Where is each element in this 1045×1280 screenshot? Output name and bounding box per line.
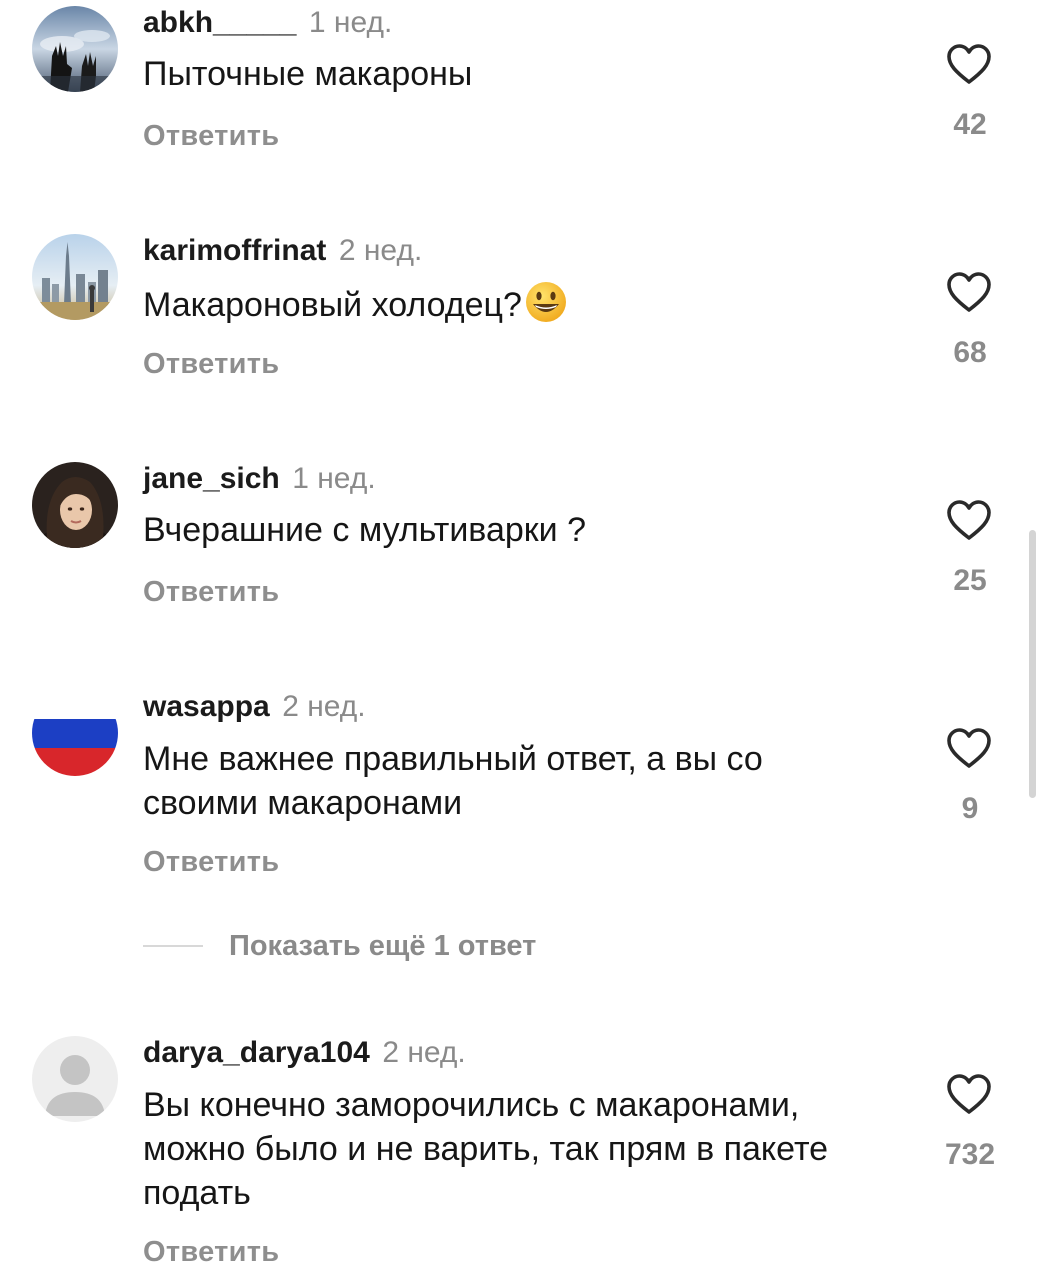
reply-button[interactable]: Ответить <box>143 846 279 879</box>
username[interactable]: wasappa <box>143 690 270 723</box>
username[interactable]: jane_sich <box>143 462 280 495</box>
comment-text: Мне важнее правильный ответ, а вы со сво… <box>143 740 763 822</box>
comment-meta: jane_sich 1 нед. <box>143 462 376 496</box>
default-user-icon <box>32 1036 118 1122</box>
smiley-face-emoji <box>525 282 566 322</box>
comment-text: Вчерашние с мультиварки ? <box>143 511 587 549</box>
like-button[interactable] <box>946 727 992 769</box>
timestamp: 1 нед. <box>308 6 393 39</box>
heart-icon <box>947 272 991 312</box>
timestamp: 2 нед. <box>282 690 366 723</box>
avatar[interactable] <box>32 1036 118 1122</box>
like-button[interactable] <box>946 1073 992 1115</box>
like-count: 732 <box>944 1138 996 1171</box>
timestamp: 2 нед. <box>382 1036 466 1069</box>
heart-icon <box>947 44 991 84</box>
russian-flag <box>32 690 118 776</box>
reply-button[interactable]: Ответить <box>143 120 279 153</box>
like-count: 42 <box>953 108 987 141</box>
avatar[interactable] <box>32 234 118 320</box>
show-more-replies-label: Показать ещё 1 ответ <box>229 929 537 962</box>
heart-icon <box>947 1074 991 1114</box>
like-count: 68 <box>953 336 987 369</box>
comment-meta: darya_darya104 2 нед. <box>143 1036 466 1070</box>
like-button[interactable] <box>946 271 992 313</box>
heart-icon <box>947 728 991 768</box>
comment-text: Макароновый холодец? <box>143 280 903 327</box>
comment-meta: abkh_____ 1 нед. <box>143 6 392 40</box>
show-more-replies-button[interactable]: Показать ещё 1 ответ <box>143 926 536 966</box>
like-button[interactable] <box>946 499 992 541</box>
timestamp: 2 нед. <box>338 234 423 267</box>
like-count: 9 <box>961 792 979 825</box>
like-count: 25 <box>953 564 987 597</box>
reply-button[interactable]: Ответить <box>143 576 279 609</box>
reply-button[interactable]: Ответить <box>143 348 279 381</box>
comment-meta: karimoffrinat 2 нед. <box>143 234 422 268</box>
comment-meta: wasappa 2 нед. <box>143 690 366 724</box>
avatar[interactable] <box>32 462 118 548</box>
divider-line <box>143 945 203 947</box>
reply-button[interactable]: Ответить <box>143 1236 279 1269</box>
avatar[interactable] <box>32 6 118 92</box>
comment-text: Вы конечно заморочились с макаронами, мо… <box>143 1086 829 1212</box>
username[interactable]: karimoffrinat <box>143 234 326 267</box>
timestamp: 1 нед. <box>292 462 376 495</box>
avatar[interactable] <box>32 690 118 776</box>
like-button[interactable] <box>946 43 992 85</box>
heart-icon <box>947 500 991 540</box>
username[interactable]: abkh_____ <box>143 6 296 39</box>
username[interactable]: darya_darya104 <box>143 1036 370 1069</box>
comment-text: Пыточные макароны <box>143 55 473 93</box>
comment-text-content: Макароновый холодец? <box>143 286 522 324</box>
scrollbar[interactable] <box>1029 530 1036 798</box>
